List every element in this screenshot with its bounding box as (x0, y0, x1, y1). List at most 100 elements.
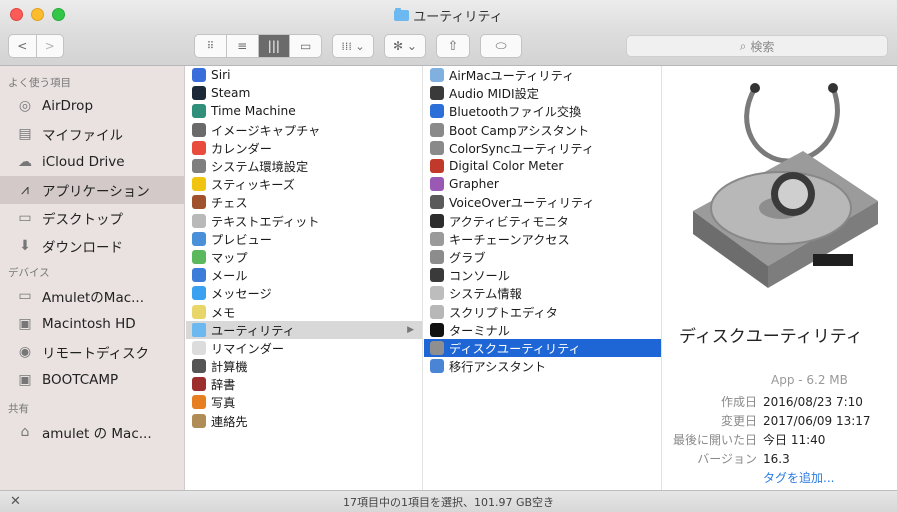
list-item[interactable]: Steam (186, 84, 422, 102)
list-item[interactable]: ターミナル (424, 321, 661, 339)
disk-icon: ▣ (18, 372, 32, 388)
list-item[interactable]: チェス (186, 193, 422, 211)
icon-view-button[interactable]: ⠿ (195, 35, 227, 57)
close-window-button[interactable] (10, 8, 23, 21)
applications-column[interactable]: Siri Steam Time Machine イメージキャプチャ カレンダー システム環… (186, 66, 423, 490)
search-placeholder: 検索 (750, 39, 775, 54)
app-icon (430, 140, 444, 155)
list-item-label: 辞書 (211, 378, 236, 393)
list-item[interactable]: Boot Campアシスタント (424, 121, 661, 139)
download-icon: ⬇ (19, 238, 31, 254)
list-item[interactable]: イメージキャプチャ (186, 121, 422, 139)
list-item[interactable]: メモ (186, 302, 422, 320)
column-view-button[interactable]: ||| (258, 35, 291, 57)
tools-icon: ✕ (10, 494, 21, 509)
utilities-column[interactable]: AirMacユーティリティ Audio MIDI設定 Bluetoothファイル交換… (424, 66, 662, 490)
list-item[interactable]: コンソール (424, 266, 661, 284)
list-item[interactable]: ColorSyncユーティリティ (424, 139, 661, 157)
list-item[interactable]: Time Machine (186, 102, 422, 120)
share-button[interactable]: ⇧ (436, 34, 470, 58)
sidebar-item-label: リモートディスク (42, 346, 150, 362)
sidebar-item[interactable]: ▭ デスクトップ (0, 204, 184, 232)
app-icon (430, 213, 444, 228)
action-button[interactable]: ✻ ⌄ (384, 34, 426, 58)
list-item[interactable]: システム環境設定 (186, 157, 422, 175)
list-item[interactable]: メッセージ (186, 284, 422, 302)
favorites-list: ◎ AirDrop ▤ マイファイル ☁ iCloud Drive ⩘ アプリケーション ▭ デス… (0, 92, 184, 260)
list-item[interactable]: Audio MIDI設定 (424, 84, 661, 102)
minimize-window-button[interactable] (31, 8, 44, 21)
list-item-label: メモ (211, 305, 236, 320)
search-field[interactable]: ⌕ 検索 (626, 35, 888, 57)
add-tags-link[interactable]: タグを追加... (763, 469, 834, 486)
sidebar-item-label: AmuletのMac... (42, 290, 145, 306)
app-icon (192, 249, 206, 264)
sidebar-item-label: amulet の Mac... (42, 426, 152, 442)
list-item[interactable]: Grapher (424, 175, 661, 193)
sidebar-item[interactable]: ▭ AmuletのMac... (0, 282, 184, 310)
app-icon (192, 268, 206, 283)
list-item-label: システム情報 (449, 287, 522, 302)
meta-value: 2017/06/09 13:17 (763, 413, 871, 428)
list-item[interactable]: グラブ (424, 248, 661, 266)
sidebar-item[interactable]: ▣ Macintosh HD (0, 310, 184, 338)
list-item-label: マップ (211, 250, 248, 265)
list-view-icon: ≡ (237, 39, 248, 53)
cover-flow-button[interactable]: ▭ (290, 35, 321, 57)
sidebar-item[interactable]: ⌂ amulet の Mac... (0, 418, 184, 446)
sidebar-item[interactable]: ☁ iCloud Drive (0, 148, 184, 176)
shared-computer-icon: ⌂ (20, 424, 30, 440)
list-item[interactable]: 連絡先 (186, 412, 422, 430)
list-item-label: Siri (211, 68, 231, 83)
list-item-label: イメージキャプチャ (211, 123, 321, 138)
sidebar-item[interactable]: ▤ マイファイル (0, 120, 184, 148)
app-icon (430, 195, 444, 210)
sidebar-item[interactable]: ◎ AirDrop (0, 92, 184, 120)
zoom-window-button[interactable] (52, 8, 65, 21)
list-item[interactable]: 移行アシスタント (424, 357, 661, 375)
tags-button[interactable]: ⬭ (480, 34, 522, 58)
list-item[interactable]: システム情報 (424, 284, 661, 302)
list-item[interactable]: ユーティリティ ▶ (186, 320, 422, 339)
list-item[interactable]: スクリプトエディタ (424, 302, 661, 320)
list-item[interactable]: リマインダー (186, 339, 422, 357)
desktop-icon: ▭ (18, 210, 32, 226)
meta-key: バージョン (697, 452, 757, 466)
back-button[interactable]: < (9, 35, 37, 57)
list-view-button[interactable]: ≡ (227, 35, 259, 57)
list-item[interactable]: Digital Color Meter (424, 157, 661, 175)
sidebar-item[interactable]: ▣ BOOTCAMP (0, 366, 184, 394)
list-item[interactable]: マップ (186, 248, 422, 266)
arrange-button[interactable]: ⁞⁞⁞ ⌄ (332, 34, 374, 58)
arrange-icon: ⁞⁞⁞ ⌄ (341, 39, 365, 53)
list-item-label: 移行アシスタント (449, 360, 547, 375)
list-item[interactable]: 辞書 (186, 375, 422, 393)
list-item-label: グラブ (449, 250, 486, 265)
list-item-label: 写真 (211, 396, 236, 411)
forward-button[interactable]: > (37, 35, 64, 57)
list-item[interactable]: Bluetoothファイル交換 (424, 102, 661, 120)
list-item[interactable]: VoiceOverユーティリティ (424, 193, 661, 211)
sidebar-item[interactable]: ◉ リモートディスク (0, 338, 184, 366)
title-bar: ユーティリティ (0, 0, 897, 30)
sidebar-item[interactable]: ⬇ ダウンロード (0, 232, 184, 260)
list-item[interactable]: カレンダー (186, 139, 422, 157)
list-item[interactable]: ディスクユーティリティ (424, 338, 661, 357)
list-item[interactable]: AirMacユーティリティ (424, 66, 661, 84)
search-icon: ⌕ (739, 38, 747, 53)
list-item[interactable]: キーチェーンアクセス (424, 230, 661, 248)
list-item[interactable]: アクティビティモニタ (424, 212, 661, 230)
list-item-label: Audio MIDI設定 (449, 87, 539, 102)
list-item[interactable]: 写真 (186, 393, 422, 411)
list-item[interactable]: テキストエディット (186, 212, 422, 230)
list-item-label: Boot Campアシスタント (449, 123, 590, 138)
status-text: 17項目中の1項目を選択、101.97 GB空き (342, 495, 555, 509)
app-icon (192, 340, 206, 355)
list-item[interactable]: スティッキーズ (186, 175, 422, 193)
list-item[interactable]: プレビュー (186, 230, 422, 248)
sidebar-item[interactable]: ⩘ アプリケーション (0, 176, 184, 204)
list-item[interactable]: 計算機 (186, 357, 422, 375)
list-item[interactable]: Siri (186, 66, 422, 84)
list-item[interactable]: メール (186, 266, 422, 284)
app-icon (430, 177, 444, 192)
